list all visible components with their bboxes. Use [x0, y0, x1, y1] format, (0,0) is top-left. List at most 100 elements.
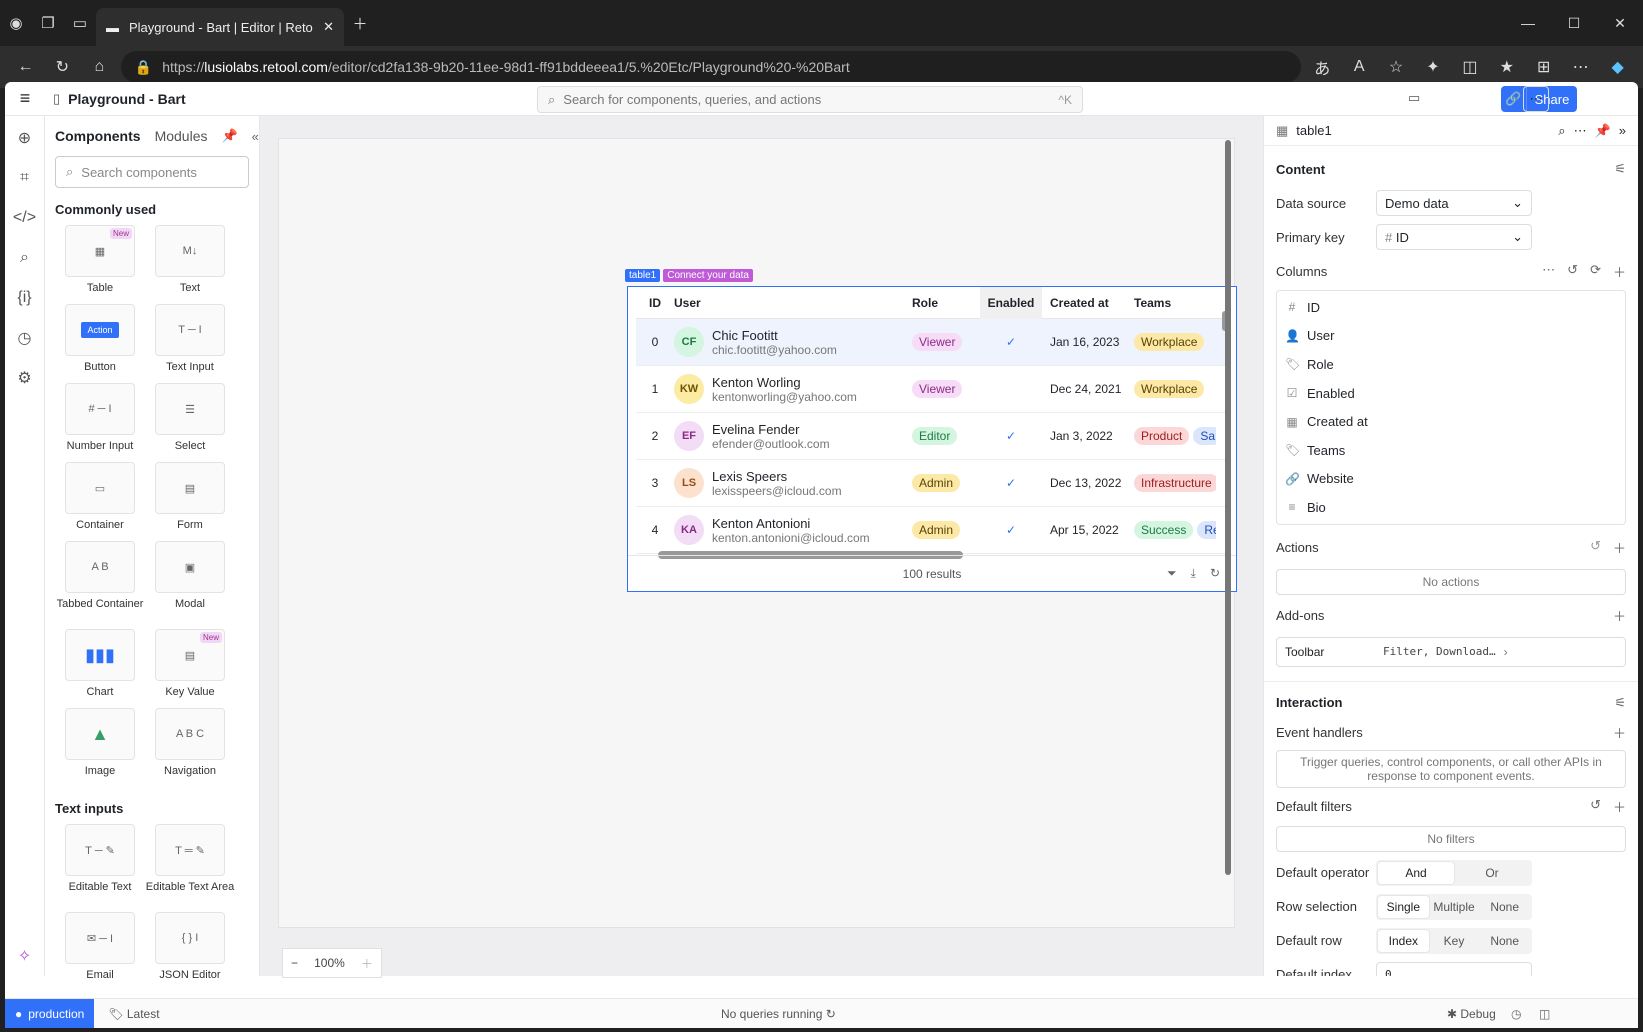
header-role[interactable]: Role	[912, 296, 980, 310]
column-item[interactable]: ☑ Enabled	[1277, 379, 1625, 408]
assist-icon[interactable]: ✧	[11, 942, 39, 970]
inspector-collapse-icon[interactable]: »	[1619, 123, 1626, 138]
refresh-icon[interactable]: ↻	[826, 1007, 836, 1021]
operator-and[interactable]: And	[1378, 861, 1454, 884]
add-component-icon[interactable]: ⊕	[11, 124, 39, 152]
filters-reset-icon[interactable]: ↺	[1590, 797, 1601, 816]
component-chart[interactable]: ▮▮▮ Chart	[55, 629, 145, 708]
component-image[interactable]: ▲ Image	[55, 708, 145, 787]
primary-key-select[interactable]: # ID ⌄	[1376, 224, 1532, 250]
default-row-index[interactable]: Index	[1378, 929, 1429, 952]
read-aloud-icon[interactable]: A	[1344, 50, 1375, 84]
tab-components[interactable]: Components	[55, 128, 141, 144]
page-title[interactable]: Playground - Bart	[68, 91, 185, 107]
content-settings-icon[interactable]: ⚟	[1614, 161, 1626, 177]
code-icon[interactable]: </>	[11, 204, 39, 232]
preview-icon[interactable]: ▭	[1408, 90, 1420, 106]
column-item[interactable]: 🔗 Website	[1277, 465, 1625, 494]
favorite-icon[interactable]: ☆	[1381, 50, 1412, 84]
header-id[interactable]: ID	[636, 296, 674, 310]
component-text-input[interactable]: T ─ I Text Input	[145, 304, 235, 383]
workflow-icon[interactable]: ⌗	[11, 164, 39, 192]
workspaces-icon[interactable]: ❐	[32, 7, 64, 39]
history-status-icon[interactable]: ◷	[1511, 1007, 1521, 1021]
table-row[interactable]: 2 EF Evelina Fender efender@outlook.com E…	[636, 413, 1228, 460]
panel-toggle-icon[interactable]: ▯	[53, 91, 60, 107]
column-item[interactable]: # ID	[1277, 293, 1625, 322]
header-created[interactable]: Created at	[1042, 296, 1134, 310]
environment-badge[interactable]: ● production	[5, 998, 95, 1028]
extensions-icon[interactable]: ✦	[1418, 50, 1449, 84]
maximize-icon[interactable]: ☐	[1551, 7, 1597, 39]
header-enabled[interactable]: Enabled	[980, 286, 1042, 319]
back-icon[interactable]: ←	[10, 50, 41, 84]
pin-icon[interactable]: 📌	[221, 128, 237, 144]
component-editable-text[interactable]: T ─ ✎ Editable Text	[55, 824, 145, 912]
component-number-input[interactable]: # ─ I Number Input	[55, 383, 145, 462]
table-row[interactable]: 3 LS Lexis Speers lexisspeers@icloud.com …	[636, 460, 1228, 507]
profile-icon[interactable]: ◉	[0, 7, 32, 39]
component-tabbed-container[interactable]: A B Tabbed Container	[55, 541, 145, 629]
settings-icon[interactable]: ⚙	[11, 364, 39, 392]
refresh-table-icon[interactable]: ↻	[1210, 566, 1220, 581]
history-icon[interactable]: ◷	[11, 324, 39, 352]
add-filter-icon[interactable]: ＋	[1613, 797, 1626, 816]
column-item[interactable]: 🏷 Role	[1277, 350, 1625, 379]
close-window-icon[interactable]: ✕	[1597, 7, 1643, 39]
tab-actions-icon[interactable]: ▭	[64, 7, 96, 39]
add-addon-icon[interactable]: ＋	[1613, 606, 1626, 625]
sync-icon[interactable]: ⟳	[1590, 262, 1601, 281]
default-row-key[interactable]: Key	[1429, 930, 1480, 952]
url-field[interactable]: 🔒 https://lusiolabs.retool.com/editor/cd…	[120, 51, 1301, 83]
row-selection-none[interactable]: None	[1479, 896, 1530, 918]
column-item[interactable]: 👤 User	[1277, 322, 1625, 351]
column-item[interactable]: ≡ Bio	[1277, 493, 1625, 522]
close-tab-icon[interactable]: ✕	[323, 19, 334, 35]
component-select[interactable]: ☰ Select	[145, 383, 235, 462]
canvas-scrollbar[interactable]	[1225, 140, 1231, 875]
operator-or[interactable]: Or	[1454, 862, 1530, 884]
component-table[interactable]: ▦ New Table	[55, 225, 145, 304]
inspector-component-name[interactable]: table1	[1296, 123, 1331, 138]
default-row-none[interactable]: None	[1479, 930, 1530, 952]
editor-canvas[interactable]: table1 Connect your data ID User Role En…	[260, 116, 1263, 978]
component-json-editor[interactable]: { } I JSON Editor	[145, 912, 235, 991]
copilot-icon[interactable]: ◆	[1602, 50, 1633, 84]
browser-tab[interactable]: ▬ Playground - Bart | Editor | Retool ✕	[96, 8, 344, 46]
interaction-settings-icon[interactable]: ⚟	[1614, 695, 1626, 711]
toolbar-addon[interactable]: Toolbar Filter, Download… ›	[1276, 636, 1626, 667]
collections-icon[interactable]: ⊞	[1528, 50, 1559, 84]
collapse-icon[interactable]: «	[252, 129, 259, 144]
component-key-value[interactable]: ▤ New Key Value	[145, 629, 235, 708]
columns-more-icon[interactable]: ⋯	[1542, 262, 1555, 281]
search-rail-icon[interactable]: ⌕	[11, 244, 39, 272]
retool-logo-icon[interactable]: ≡	[5, 88, 45, 109]
component-email[interactable]: ✉ ─ I Email	[55, 912, 145, 991]
header-user[interactable]: User	[674, 296, 912, 310]
inspector-pin-icon[interactable]: 📌	[1595, 123, 1611, 139]
row-selection-single[interactable]: Single	[1378, 895, 1429, 918]
row-selection-multiple[interactable]: Multiple	[1429, 896, 1480, 918]
add-action-icon[interactable]: ＋	[1613, 538, 1626, 557]
more-icon[interactable]: ⋯	[1565, 50, 1596, 84]
translate-icon[interactable]: あ	[1307, 50, 1338, 84]
add-event-handler-icon[interactable]: ＋	[1613, 723, 1626, 742]
table-name-tag[interactable]: table1	[625, 269, 661, 282]
favorites-icon[interactable]: ★	[1491, 50, 1522, 84]
home-icon[interactable]: ⌂	[84, 50, 115, 84]
zoom-in-icon[interactable]: ＋	[361, 955, 373, 972]
undo-icon[interactable]: ↺	[1567, 262, 1578, 281]
table1[interactable]: ID User Role Enabled Created at Teams 0 …	[627, 286, 1237, 592]
more-menu-icon[interactable]: ⋯	[1523, 86, 1549, 112]
split-icon[interactable]: ◫	[1454, 50, 1485, 84]
table-row[interactable]: 4 KA Kenton Antonioni kenton.antonioni@ic…	[636, 507, 1228, 554]
component-text[interactable]: M↓ Text	[145, 225, 235, 304]
table-row[interactable]: 0 CF Chic Footitt chic.footitt@yahoo.com …	[636, 319, 1228, 366]
new-tab-icon[interactable]: ＋	[344, 7, 376, 39]
component-container[interactable]: ▭ Container	[55, 462, 145, 541]
table-row[interactable]: 1 KW Kenton Worling kentonworling@yahoo.c…	[636, 366, 1228, 413]
component-search-input[interactable]: ⌕ Search components	[55, 156, 249, 188]
minimize-icon[interactable]: —	[1505, 7, 1551, 39]
component-editable-text-area[interactable]: T ═ ✎ Editable Text Area	[145, 824, 235, 912]
actions-reset-icon[interactable]: ↺	[1590, 538, 1601, 557]
